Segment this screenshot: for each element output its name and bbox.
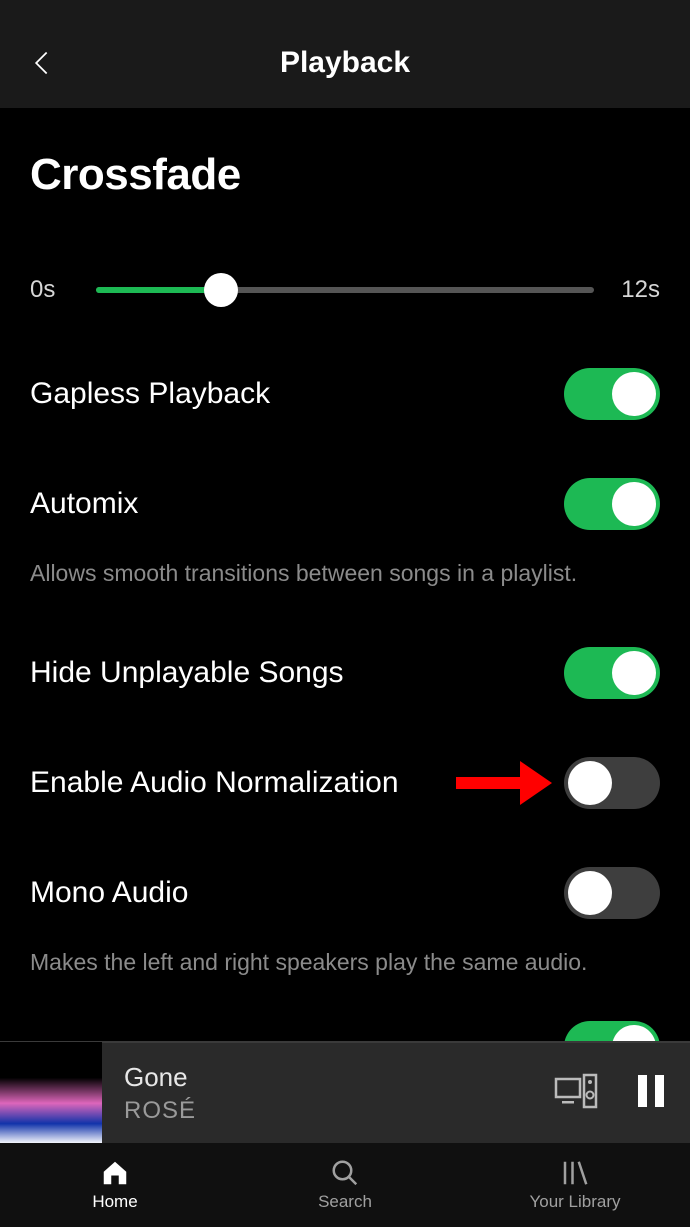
- label-hide-unplayable: Hide Unplayable Songs: [30, 656, 344, 690]
- nav-library-label: Your Library: [529, 1192, 620, 1212]
- row-cutoff: [564, 1021, 660, 1041]
- nav-home-label: Home: [92, 1192, 137, 1212]
- nav-home[interactable]: Home: [0, 1158, 230, 1212]
- section-title-crossfade: Crossfade: [30, 150, 660, 200]
- toggle-mono-audio[interactable]: [564, 867, 660, 919]
- now-playing-controls: [554, 1071, 668, 1116]
- slider-min-label: 0s: [30, 276, 78, 304]
- label-gapless: Gapless Playback: [30, 377, 270, 411]
- toggle-hide-unplayable[interactable]: [564, 647, 660, 699]
- pause-icon: [634, 1071, 668, 1111]
- nav-search[interactable]: Search: [230, 1158, 460, 1212]
- top-bar: Playback: [0, 0, 690, 108]
- back-button[interactable]: [20, 41, 64, 85]
- now-playing-meta: Gone ROSÉ: [102, 1062, 554, 1125]
- crossfade-slider[interactable]: [96, 270, 594, 310]
- sub-mono: Makes the left and right speakers play t…: [30, 947, 660, 978]
- now-playing-bar[interactable]: Gone ROSÉ: [0, 1041, 690, 1143]
- sub-automix: Allows smooth transitions between songs …: [30, 558, 660, 589]
- devices-button[interactable]: [554, 1073, 598, 1114]
- search-icon: [330, 1158, 360, 1188]
- crossfade-slider-row: 0s 12s: [30, 270, 660, 310]
- toggle-gapless[interactable]: [564, 368, 660, 420]
- album-art: [0, 1042, 102, 1144]
- row-gapless: Gapless Playback: [30, 368, 660, 420]
- page-title: Playback: [0, 46, 690, 80]
- label-mono-audio: Mono Audio: [30, 876, 188, 910]
- pause-button[interactable]: [634, 1071, 668, 1116]
- track-artist: ROSÉ: [124, 1097, 554, 1125]
- nav-search-label: Search: [318, 1192, 372, 1212]
- annotation-arrow-icon: [454, 755, 554, 811]
- chevron-left-icon: [28, 49, 56, 77]
- nav-library[interactable]: Your Library: [460, 1158, 690, 1212]
- bottom-nav: Home Search Your Library: [0, 1143, 690, 1227]
- row-hide-unplayable: Hide Unplayable Songs: [30, 647, 660, 699]
- toggle-cutoff[interactable]: [564, 1021, 660, 1041]
- label-normalization: Enable Audio Normalization: [30, 766, 399, 800]
- slider-max-label: 12s: [612, 276, 660, 304]
- library-icon: [560, 1158, 590, 1188]
- home-icon: [100, 1158, 130, 1188]
- label-automix: Automix: [30, 487, 138, 521]
- row-automix: Automix: [30, 478, 660, 530]
- track-title: Gone: [124, 1062, 554, 1093]
- row-mono-audio: Mono Audio: [30, 867, 660, 919]
- devices-icon: [554, 1073, 598, 1109]
- row-normalization: Enable Audio Normalization: [30, 757, 660, 809]
- toggle-automix[interactable]: [564, 478, 660, 530]
- toggle-normalization[interactable]: [564, 757, 660, 809]
